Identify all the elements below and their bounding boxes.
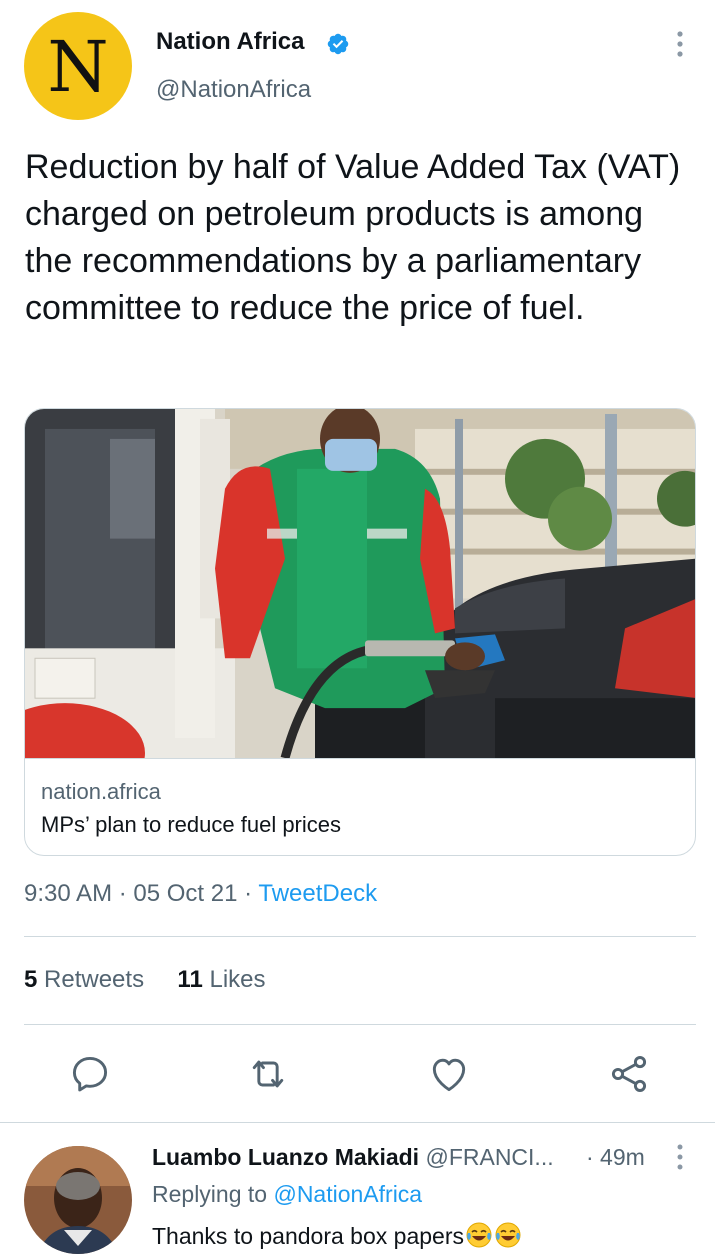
reply-handle[interactable]: @FRANCI... (425, 1144, 553, 1170)
more-options-icon[interactable] (668, 28, 692, 60)
verified-badge-icon (327, 33, 349, 55)
tweet-text: Reduction by half of Value Added Tax (VA… (25, 148, 681, 327)
tweet-date[interactable]: 05 Oct 21 (133, 880, 237, 907)
likes-label: Likes (209, 966, 266, 993)
tweet-meta: 9:30 AM · 05 Oct 21 · TweetDeck (24, 880, 377, 908)
reply-text: Thanks to pandora box papers (152, 1223, 464, 1249)
reply-header: Luambo Luanzo Makiadi @FRANCI... (152, 1144, 554, 1171)
retweets-label: Retweets (44, 966, 145, 993)
like-icon[interactable] (427, 1052, 471, 1096)
replying-to-handle[interactable]: @NationAfrica (273, 1181, 422, 1207)
meta-separator: · (112, 880, 134, 907)
card-domain: nation.africa (41, 779, 161, 804)
section-separator (0, 1122, 715, 1123)
reply-display-name[interactable]: Luambo Luanzo Makiadi (152, 1144, 419, 1170)
reply-more-options-icon[interactable] (668, 1142, 692, 1172)
reply-icon[interactable] (68, 1052, 112, 1096)
link-card[interactable]: nation.africa MPs’ plan to reduce fuel p… (24, 408, 696, 856)
author-avatar[interactable]: N (24, 12, 132, 120)
face-with-tears-of-joy-icon (495, 1222, 521, 1248)
tweet-stats: 5 Retweets 11 Likes (24, 966, 266, 994)
tweet-header: N Nation Africa @NationAfrica (0, 0, 715, 130)
meta-separator: · (237, 880, 259, 907)
avatar-letter: N (47, 26, 109, 108)
face-with-tears-of-joy-icon (466, 1222, 492, 1248)
retweets-stat[interactable]: 5 Retweets (24, 966, 144, 993)
author-display-name[interactable]: Nation Africa (156, 28, 304, 56)
likes-count: 11 (177, 966, 203, 993)
reply-author-avatar[interactable] (24, 1146, 132, 1254)
card-image-fuel-attendant[interactable] (25, 409, 696, 759)
divider (24, 1024, 696, 1025)
reply-time[interactable]: · 49m (586, 1144, 645, 1171)
reply-text-line: Thanks to pandora box papers (152, 1221, 522, 1250)
action-bar (0, 1046, 715, 1106)
card-title[interactable]: MPs’ plan to reduce fuel prices (41, 812, 341, 838)
replying-to-line: Replying to @NationAfrica (152, 1181, 422, 1208)
retweets-count: 5 (24, 966, 38, 993)
tweet-time[interactable]: 9:30 AM (24, 880, 112, 907)
likes-stat[interactable]: 11 Likes (177, 966, 265, 993)
divider (24, 936, 696, 937)
reply-avatar-photo (24, 1146, 132, 1254)
retweet-icon[interactable] (246, 1052, 290, 1096)
share-icon[interactable] (607, 1052, 651, 1096)
tweet-source[interactable]: TweetDeck (258, 880, 377, 907)
author-handle[interactable]: @NationAfrica (156, 76, 311, 104)
replying-prefix: Replying to (152, 1181, 268, 1207)
